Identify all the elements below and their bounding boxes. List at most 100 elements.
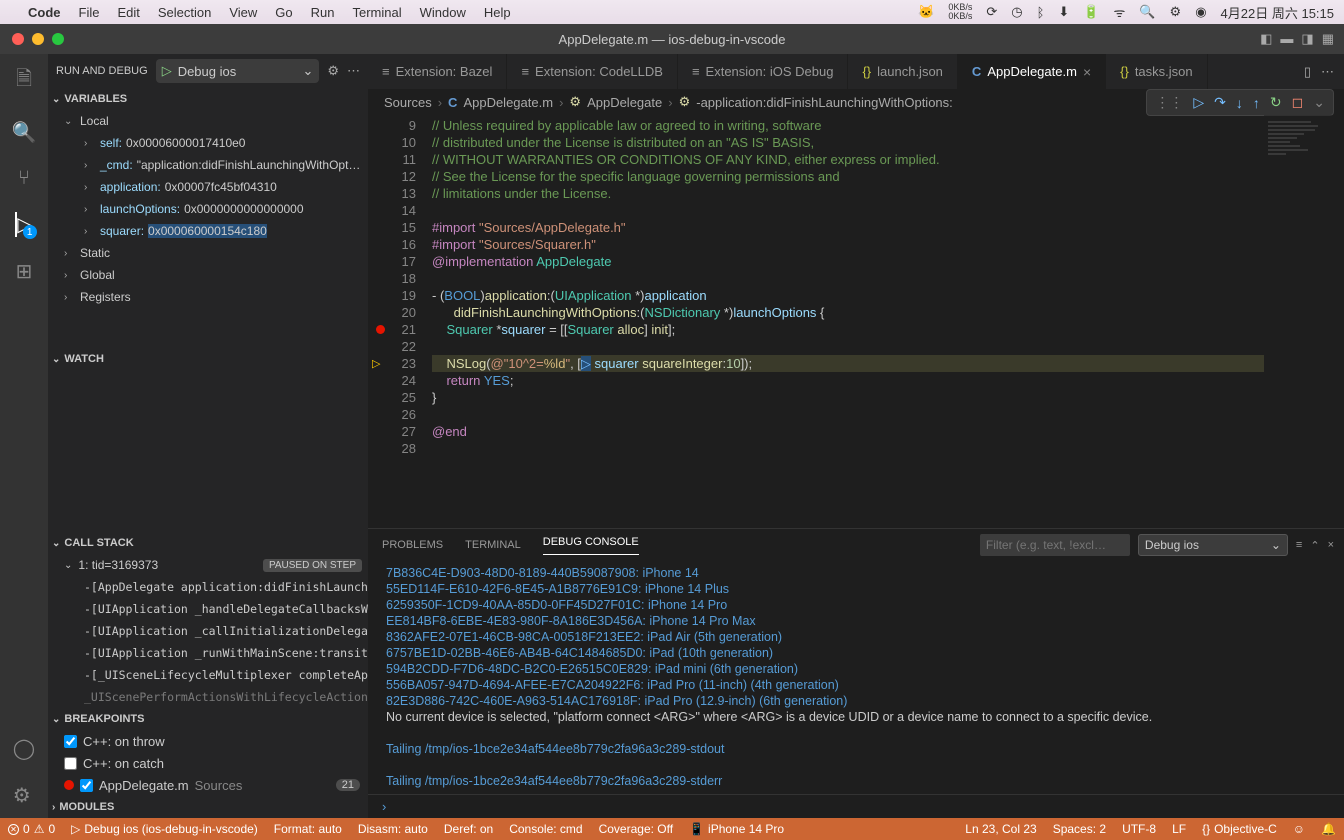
indent-status[interactable]: Spaces: 2	[1053, 822, 1106, 836]
run-menu[interactable]: Run	[311, 5, 335, 20]
stack-frame[interactable]: -[_UISceneLifecycleMultiplexer completeA…	[48, 664, 368, 686]
global-scope[interactable]: ›Global	[48, 264, 368, 286]
edit-menu[interactable]: Edit	[117, 5, 139, 20]
stack-frame[interactable]: -[AppDelegate application:didFinishLaunc…	[48, 576, 368, 598]
variable-row[interactable]: ›_cmd: "application:didFinishLaunchingWi…	[48, 154, 368, 176]
more-icon[interactable]: ⋯	[347, 63, 360, 79]
breadcrumb[interactable]: Sources› CAppDelegate.m› ⚙AppDelegate› ⚙…	[368, 89, 1344, 115]
help-menu[interactable]: Help	[484, 5, 511, 20]
siri-icon[interactable]: ◉	[1195, 4, 1206, 20]
breakpoint-checkbox[interactable]	[64, 735, 77, 748]
console-session-select[interactable]: Debug ios⌄	[1138, 534, 1288, 556]
local-scope[interactable]: ⌄Local	[48, 110, 368, 132]
app-menu[interactable]: Code	[28, 5, 61, 20]
registers-scope[interactable]: ›Registers	[48, 286, 368, 308]
problems-tab[interactable]: PROBLEMS	[382, 539, 443, 551]
bluetooth-icon[interactable]: ᛒ	[1037, 5, 1045, 20]
play-icon[interactable]: ▷	[162, 63, 172, 79]
clock-icon[interactable]: ◷	[1011, 4, 1022, 20]
deref-status[interactable]: Deref: on	[444, 822, 493, 836]
code-editor[interactable]: 91011121314151617181920212223▷2425262728…	[368, 115, 1344, 528]
chevron-down-icon[interactable]: ⌄	[1313, 94, 1325, 111]
minimize-button[interactable]	[32, 33, 44, 45]
format-status[interactable]: Format: auto	[274, 822, 342, 836]
layout-icon[interactable]: ▦	[1322, 31, 1334, 47]
debug-config-select[interactable]: ▷ Debug ios ⌄	[156, 59, 320, 83]
debug-console-tab[interactable]: DEBUG CONSOLE	[543, 536, 639, 555]
accounts-icon[interactable]: ◯	[13, 736, 35, 761]
breakpoint-file-row[interactable]: AppDelegate.m Sources 21	[48, 774, 368, 796]
stack-frame[interactable]: -[UIApplication _handleDelegateCallbacks…	[48, 598, 368, 620]
battery-icon[interactable]: 🔋	[1083, 4, 1099, 20]
variables-section-header[interactable]: ⌄ VARIABLES	[48, 88, 368, 110]
wifi-icon[interactable]: ᯤ	[1113, 3, 1125, 21]
console-status[interactable]: Console: cmd	[509, 822, 582, 836]
watch-section-header[interactable]: ⌄WATCH	[48, 348, 368, 370]
close-button[interactable]	[12, 33, 24, 45]
editor-tab[interactable]: ≡Extension: iOS Debug	[678, 54, 849, 89]
debug-console-output[interactable]: 7B836C4E-D903-48D0-8189-440B59087908: iP…	[368, 561, 1344, 794]
search-icon[interactable]: 🔍	[1139, 4, 1155, 20]
toggle-panel-icon[interactable]: ▬	[1280, 31, 1293, 47]
variable-row[interactable]: ›squarer: 0x000060000154c180	[48, 220, 368, 242]
clear-console-icon[interactable]: ≡	[1296, 539, 1302, 551]
stack-frame[interactable]: _UIScenePerformActionsWithLifecycleActio…	[48, 686, 368, 708]
toggle-sidebar-icon[interactable]: ◧	[1260, 31, 1272, 47]
expand-panel-icon[interactable]: ⌃	[1310, 539, 1319, 552]
disasm-status[interactable]: Disasm: auto	[358, 822, 428, 836]
editor-tab[interactable]: {}launch.json	[848, 54, 957, 89]
callstack-section-header[interactable]: ⌄CALL STACK	[48, 532, 368, 554]
sync-icon[interactable]: ⟳	[986, 4, 997, 20]
eol-status[interactable]: LF	[1172, 822, 1186, 836]
selection-menu[interactable]: Selection	[158, 5, 211, 20]
cat-icon[interactable]: 🐱	[918, 4, 934, 20]
variable-row[interactable]: ›self: 0x00006000017410e0	[48, 132, 368, 154]
static-scope[interactable]: ›Static	[48, 242, 368, 264]
drag-handle-icon[interactable]: ⋮⋮	[1155, 94, 1183, 111]
stack-frame[interactable]: -[UIApplication _runWithMainScene:transi…	[48, 642, 368, 664]
terminal-menu[interactable]: Terminal	[353, 5, 402, 20]
go-menu[interactable]: Go	[275, 5, 292, 20]
extensions-icon[interactable]: ⊞	[16, 259, 33, 284]
breakpoint-checkbox[interactable]	[64, 757, 77, 770]
terminal-tab[interactable]: TERMINAL	[465, 539, 521, 551]
stop-icon[interactable]: ◻	[1292, 94, 1304, 111]
more-icon[interactable]: ⋯	[1321, 64, 1334, 80]
step-out-icon[interactable]: ↑	[1253, 95, 1260, 111]
console-filter-input[interactable]	[980, 534, 1130, 556]
variable-row[interactable]: ›application: 0x00007fc45bf04310	[48, 176, 368, 198]
coverage-status[interactable]: Coverage: Off	[599, 822, 673, 836]
step-into-icon[interactable]: ↓	[1236, 95, 1243, 111]
thread-row[interactable]: ⌄ 1: tid=3169373 PAUSED ON STEP	[48, 554, 368, 576]
code-content[interactable]: // Unless required by applicable law or …	[428, 115, 1264, 528]
modules-section-header[interactable]: ›MODULES	[48, 796, 368, 818]
errors-item[interactable]: ✕0 ⚠0	[8, 822, 55, 836]
encoding-status[interactable]: UTF-8	[1122, 822, 1156, 836]
breakpoints-section-header[interactable]: ⌄BREAKPOINTS	[48, 708, 368, 730]
variable-row[interactable]: ›launchOptions: 0x0000000000000000	[48, 198, 368, 220]
editor-tab[interactable]: ≡Extension: Bazel	[368, 54, 507, 89]
editor-tab[interactable]: {}tasks.json	[1106, 54, 1208, 89]
file-menu[interactable]: File	[79, 5, 100, 20]
source-control-icon[interactable]: ⑂	[18, 167, 30, 190]
editor-tab-active[interactable]: CAppDelegate.m×	[958, 54, 1106, 89]
explorer-icon[interactable]: 🗎	[16, 64, 32, 98]
settings-icon[interactable]: ⚙	[13, 783, 35, 808]
feedback-icon[interactable]: ☺	[1293, 822, 1305, 836]
maximize-button[interactable]	[52, 33, 64, 45]
step-over-icon[interactable]: ↷	[1214, 94, 1226, 111]
chevron-down-icon[interactable]: ⌄	[302, 63, 313, 79]
breakpoint-row[interactable]: C++: on catch	[48, 752, 368, 774]
clock[interactable]: 4月22日 周六 15:15	[1221, 3, 1334, 22]
close-tab-icon[interactable]: ×	[1083, 64, 1091, 80]
breakpoint-checkbox[interactable]	[80, 779, 93, 792]
continue-icon[interactable]: ▷	[1193, 94, 1204, 111]
run-debug-icon[interactable]: ▷1	[15, 212, 32, 237]
device-status[interactable]: 📱 iPhone 14 Pro	[689, 822, 784, 836]
gear-icon[interactable]: ⚙	[327, 63, 339, 79]
restart-icon[interactable]: ↻	[1270, 94, 1282, 111]
close-panel-icon[interactable]: ×	[1328, 539, 1334, 551]
breakpoint-row[interactable]: C++: on throw	[48, 730, 368, 752]
view-menu[interactable]: View	[229, 5, 257, 20]
language-status[interactable]: {} Objective-C	[1202, 822, 1277, 836]
